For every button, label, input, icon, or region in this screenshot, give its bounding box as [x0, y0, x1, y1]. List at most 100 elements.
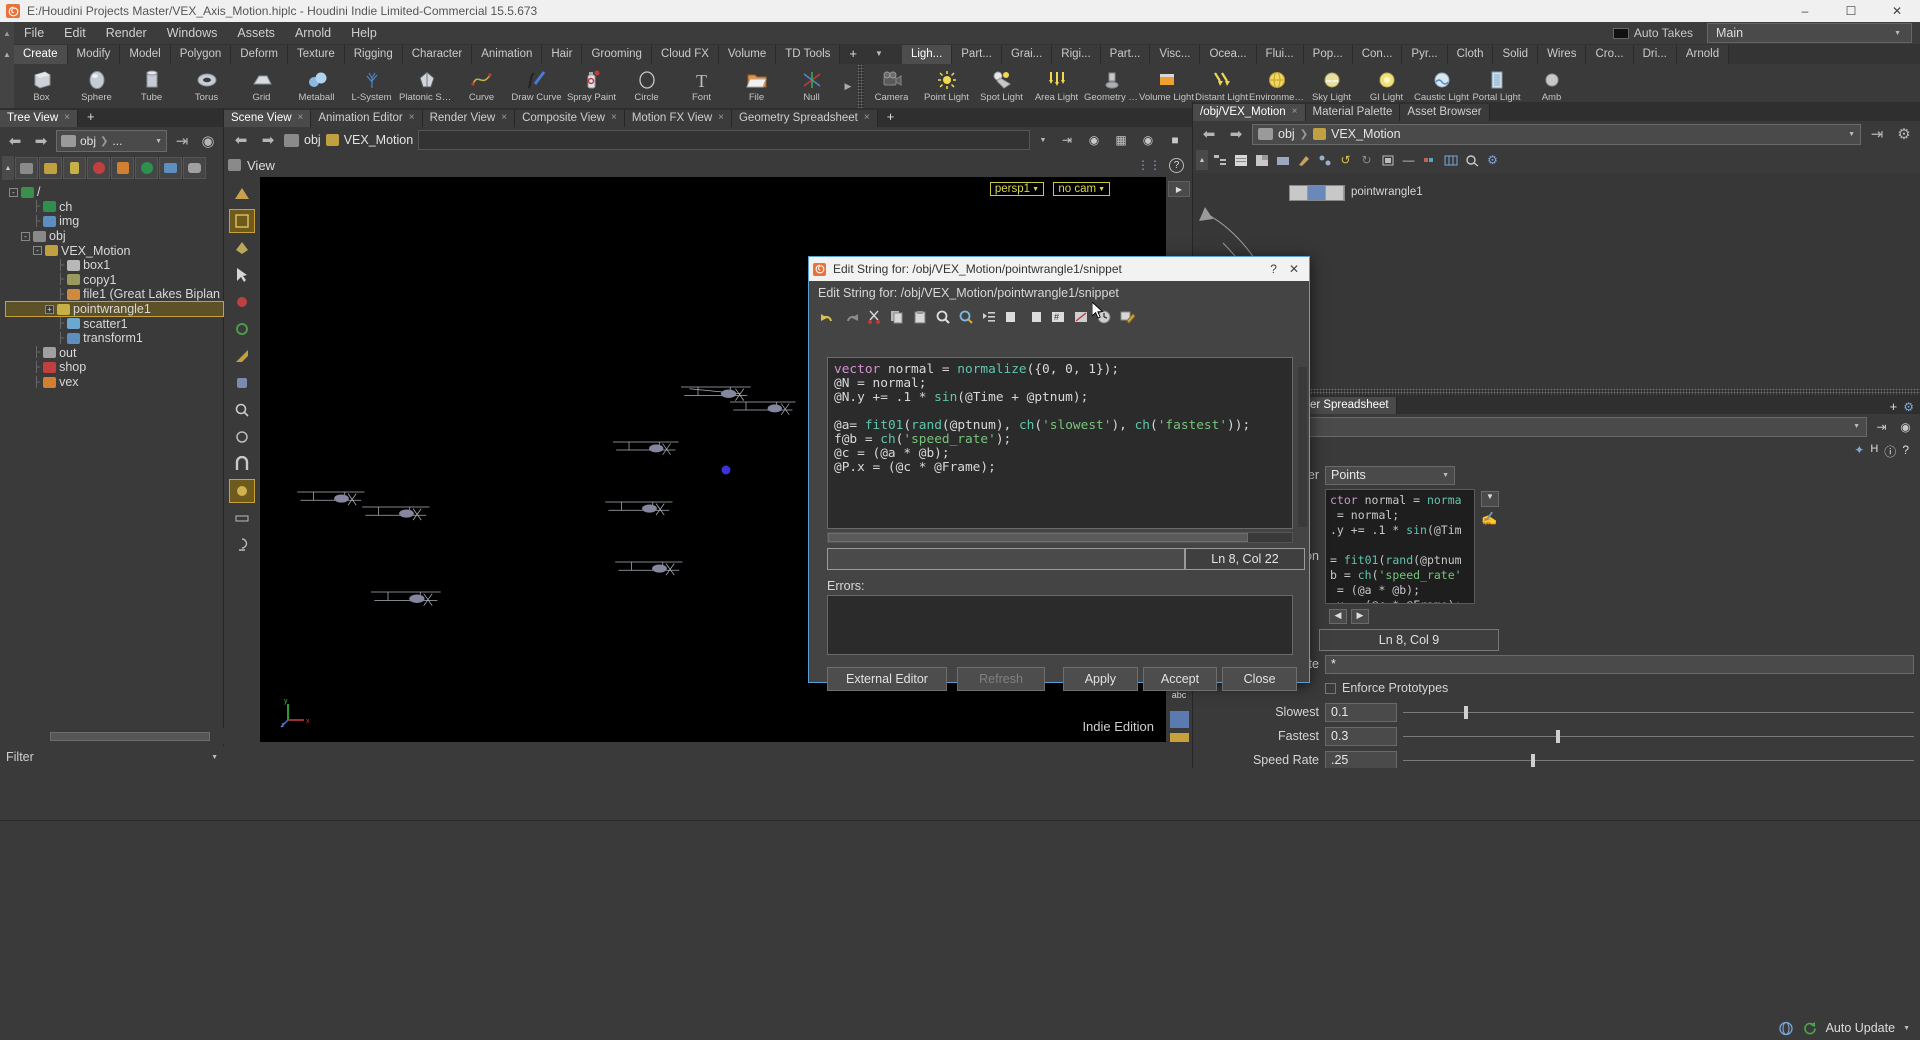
magnet-tool-icon[interactable]: [230, 453, 254, 475]
viewport-expand-icon[interactable]: ▶: [1168, 181, 1190, 197]
shelf-tab2-6[interactable]: Ocea...: [1200, 45, 1256, 64]
dialog-code-horizontal-scrollbar[interactable]: [827, 532, 1293, 543]
nav-back-icon[interactable]: ⬅: [1198, 124, 1220, 144]
shelf-tab2-2[interactable]: Grai...: [1002, 45, 1052, 64]
shelf-tab2-7[interactable]: Flui...: [1257, 45, 1304, 64]
tree-node-transform1[interactable]: ├transform1: [6, 331, 223, 346]
param-value-2[interactable]: .25: [1325, 751, 1397, 770]
shelf-tool-metaball[interactable]: Metaball: [289, 64, 344, 108]
light-tool-icon[interactable]: [230, 534, 254, 556]
tree-expander[interactable]: -: [33, 246, 42, 255]
breadcrumb-node[interactable]: VEX_Motion: [344, 133, 413, 147]
menu-edit[interactable]: Edit: [54, 22, 96, 44]
tree-node-out[interactable]: ├out: [6, 346, 223, 361]
param-slider-0[interactable]: [1403, 703, 1914, 722]
chevron-down-icon[interactable]: ▼: [1442, 472, 1449, 479]
tree-node-pointwrangle1[interactable]: +pointwrangle1: [6, 302, 223, 317]
filter-chop-icon[interactable]: [135, 157, 158, 179]
dialog-errors-box[interactable]: [827, 595, 1293, 655]
minimize-button[interactable]: –: [1782, 0, 1828, 22]
grid-toggle-icon[interactable]: [1170, 733, 1189, 742]
menu-render[interactable]: Render: [96, 22, 157, 44]
network-flag-icon[interactable]: [1378, 150, 1397, 170]
close-icon[interactable]: ×: [1292, 105, 1298, 119]
filter-obj-icon[interactable]: [15, 157, 38, 179]
close-icon[interactable]: ×: [409, 111, 415, 125]
network-grid-icon[interactable]: [1252, 150, 1271, 170]
tree-horizontal-scrollbar[interactable]: [0, 728, 224, 744]
scale-tool-icon[interactable]: [230, 345, 254, 367]
lock-icon[interactable]: ◉: [197, 131, 219, 151]
network-crumb-node[interactable]: VEX_Motion: [1331, 127, 1400, 141]
display-geometry-icon[interactable]: ▦: [1110, 130, 1132, 150]
filter-sop-icon[interactable]: [63, 157, 86, 179]
tree-view-path-field[interactable]: obj ❯ ... ▼: [56, 130, 167, 152]
close-icon[interactable]: ✕: [1289, 262, 1299, 276]
viewport-layout-icon[interactable]: ⋮⋮: [1137, 158, 1161, 172]
display-options-icon[interactable]: ■: [1164, 130, 1186, 150]
param-run-over-value[interactable]: Points ▼: [1325, 466, 1455, 485]
shelf-tab-4[interactable]: Deform: [231, 45, 288, 64]
tree-filter-bar[interactable]: Filter ▼: [0, 746, 224, 768]
tab-composite-view[interactable]: Composite View×: [515, 110, 625, 127]
globe-status-icon[interactable]: [1778, 1021, 1794, 1036]
tree-expander[interactable]: +: [45, 305, 54, 314]
network-tab-2[interactable]: Asset Browser: [1400, 104, 1489, 121]
chevron-down-icon[interactable]: ▼: [211, 754, 218, 761]
cut-icon[interactable]: [864, 307, 884, 327]
shelf-tab2-10[interactable]: Pyr...: [1402, 45, 1447, 64]
shelf-tool-null[interactable]: Null: [784, 64, 839, 108]
shelf-overflow-arrow-icon[interactable]: ▶: [839, 64, 857, 108]
network-settings-gear-icon[interactable]: ⚙: [1483, 150, 1502, 170]
close-icon[interactable]: ×: [718, 111, 724, 125]
help-icon[interactable]: ?: [1169, 158, 1184, 173]
network-paint-icon[interactable]: [1294, 150, 1313, 170]
filter-vex-icon[interactable]: [111, 157, 134, 179]
network-crumb-obj[interactable]: obj: [1278, 127, 1295, 141]
shelf-tab2-16[interactable]: Arnold: [1677, 45, 1729, 64]
display-material-icon[interactable]: ◉: [1137, 130, 1159, 150]
edit-string-dialog[interactable]: Edit String for: /obj/VEX_Motion/pointwr…: [808, 256, 1310, 683]
param-create-value[interactable]: *: [1325, 655, 1914, 674]
tree-node-file1-great-lakes-biplan[interactable]: ├file1 (Great Lakes Biplan: [6, 287, 223, 302]
parameter-lock-icon[interactable]: ◉: [1896, 417, 1915, 437]
network-path-field[interactable]: obj ❯ VEX_Motion ▼: [1252, 124, 1861, 145]
tree-expander[interactable]: -: [9, 188, 18, 197]
close-button[interactable]: ✕: [1874, 0, 1920, 22]
param-slider-1[interactable]: [1403, 727, 1914, 746]
select-tool-icon[interactable]: [230, 210, 254, 232]
parameter-menu-icon[interactable]: ⚙: [1903, 400, 1914, 414]
network-zoom-icon[interactable]: [1462, 150, 1481, 170]
shelf-tool-volume-light[interactable]: Volume Light: [1139, 64, 1194, 108]
shelf-tool-grid[interactable]: Grid: [234, 64, 289, 108]
network-pick-icon[interactable]: —: [1399, 150, 1418, 170]
dialog-code-editor[interactable]: vector normal = normalize({0, 0, 1}); @N…: [827, 357, 1293, 529]
menu-help[interactable]: Help: [341, 22, 387, 44]
shelf-tab2-11[interactable]: Cloth: [1448, 45, 1494, 64]
breadcrumb-obj[interactable]: obj: [304, 133, 321, 147]
network-snapshot-icon[interactable]: [1273, 150, 1292, 170]
tree-node-img[interactable]: ├img: [6, 214, 223, 229]
tree-node-vex[interactable]: ├vex: [6, 375, 223, 390]
shelf-tool-draw-curve[interactable]: Draw Curve: [509, 64, 564, 108]
image-icon[interactable]: [1170, 711, 1189, 728]
external-editor-button[interactable]: External Editor: [827, 667, 947, 691]
node-flag-right[interactable]: [1326, 186, 1344, 200]
tree-node-vex-motion[interactable]: -VEX_Motion: [6, 243, 223, 258]
shelf-tab-9[interactable]: Hair: [542, 45, 582, 64]
param-vexpression-code[interactable]: ctor normal = norma = normal; .y += .1 *…: [1325, 489, 1475, 604]
shelf-tab2-12[interactable]: Solid: [1493, 45, 1538, 64]
dialog-status-field[interactable]: [827, 548, 1185, 570]
chevron-down-icon[interactable]: ▼: [155, 138, 162, 145]
tree-expander[interactable]: -: [21, 232, 30, 241]
shelf-tool-curve[interactable]: Curve: [454, 64, 509, 108]
close-icon[interactable]: ×: [298, 111, 304, 125]
param-slider-2[interactable]: [1403, 751, 1914, 770]
tab-motion-fx-view[interactable]: Motion FX View×: [625, 110, 732, 127]
slider-knob[interactable]: [1464, 706, 1468, 719]
tab-tree-view[interactable]: Tree View ×: [0, 110, 78, 127]
pan-tool-icon[interactable]: [230, 426, 254, 448]
zoom-tool-icon[interactable]: [230, 399, 254, 421]
nav-forward-icon[interactable]: ➡: [257, 130, 279, 150]
rotate-tool-icon[interactable]: [230, 318, 254, 340]
